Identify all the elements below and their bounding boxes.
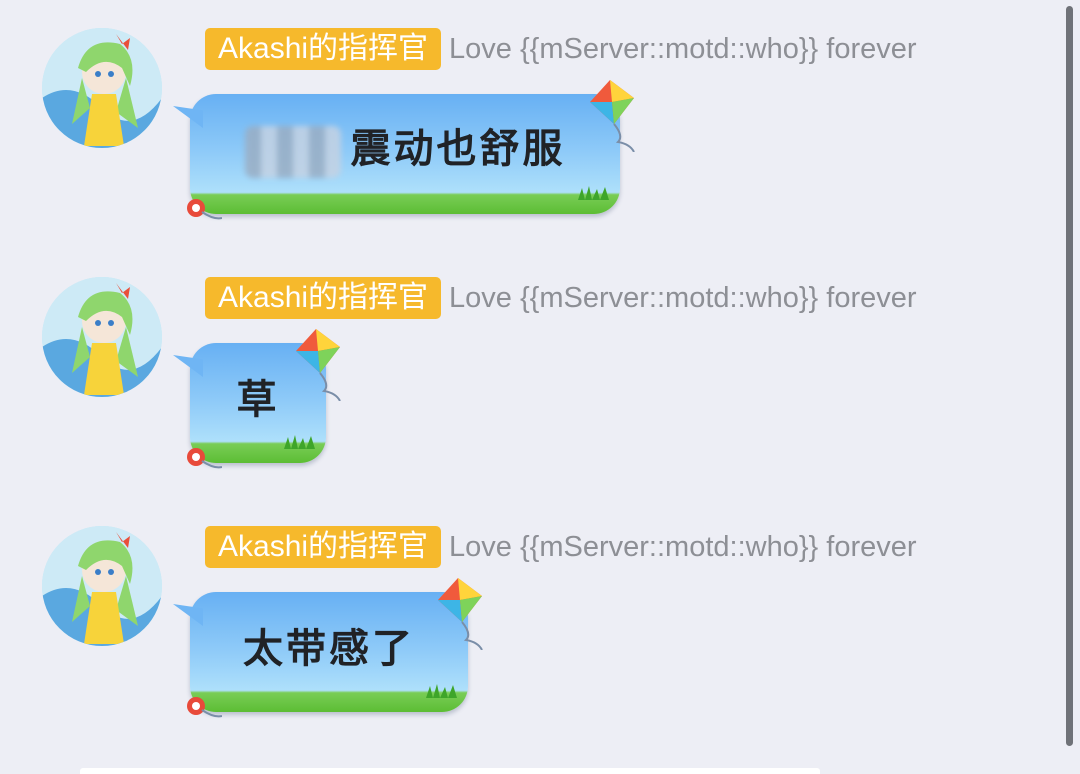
sender-name-tag[interactable]: Akashi的指挥官 [205, 526, 442, 568]
message-header: Akashi的指挥官 Love {{mServer::motd::who}} f… [205, 28, 999, 70]
grass-icon [426, 684, 457, 698]
bubble-tail [173, 355, 203, 377]
anime-girl-avatar-icon [42, 526, 162, 646]
anime-girl-avatar-icon [42, 277, 162, 397]
sender-name-tag[interactable]: Akashi的指挥官 [205, 28, 442, 70]
sender-title: Love {{mServer::motd::who}} forever [449, 530, 917, 563]
grass-icon [284, 435, 315, 449]
message-bubble[interactable]: 震动也舒服 [173, 80, 635, 220]
redacted-text [244, 126, 341, 178]
kite-spool-icon [187, 448, 222, 469]
message-bubble[interactable]: 草 [173, 329, 341, 469]
message-text: 太带感了 [243, 625, 415, 672]
chat-message-list[interactable]: Akashi的指挥官 Love {{mServer::motd::who}} f… [0, 0, 1062, 774]
sender-title: Love {{mServer::motd::who}} forever [449, 32, 917, 65]
scrollbar[interactable] [1066, 6, 1073, 746]
bubble-tail [173, 604, 203, 626]
avatar[interactable] [42, 277, 162, 397]
grass-icon [578, 186, 609, 200]
input-bar-edge [80, 768, 820, 774]
sender-title: Love {{mServer::motd::who}} forever [449, 281, 917, 314]
chat-message: Akashi的指挥官 Love {{mServer::motd::who}} f… [0, 249, 1062, 489]
kite-icon [438, 578, 483, 650]
message-header: Akashi的指挥官 Love {{mServer::motd::who}} f… [205, 526, 999, 568]
message-header: Akashi的指挥官 Love {{mServer::motd::who}} f… [205, 277, 999, 319]
message-text: 草 [236, 376, 280, 423]
bubble-tail [173, 106, 203, 128]
avatar[interactable] [42, 526, 162, 646]
kite-spool-icon [187, 697, 222, 718]
anime-girl-avatar-icon [42, 28, 162, 148]
chat-message: Akashi的指挥官 Love {{mServer::motd::who}} f… [0, 498, 1062, 738]
chat-message: Akashi的指挥官 Love {{mServer::motd::who}} f… [0, 0, 1062, 240]
avatar[interactable] [42, 28, 162, 148]
message-text: 震动也舒服 [244, 116, 566, 178]
message-bubble[interactable]: 太带感了 [173, 578, 483, 718]
sender-name-tag[interactable]: Akashi的指挥官 [205, 277, 442, 319]
kite-spool-icon [187, 199, 222, 220]
kite-icon [296, 329, 341, 401]
kite-icon [590, 80, 635, 152]
